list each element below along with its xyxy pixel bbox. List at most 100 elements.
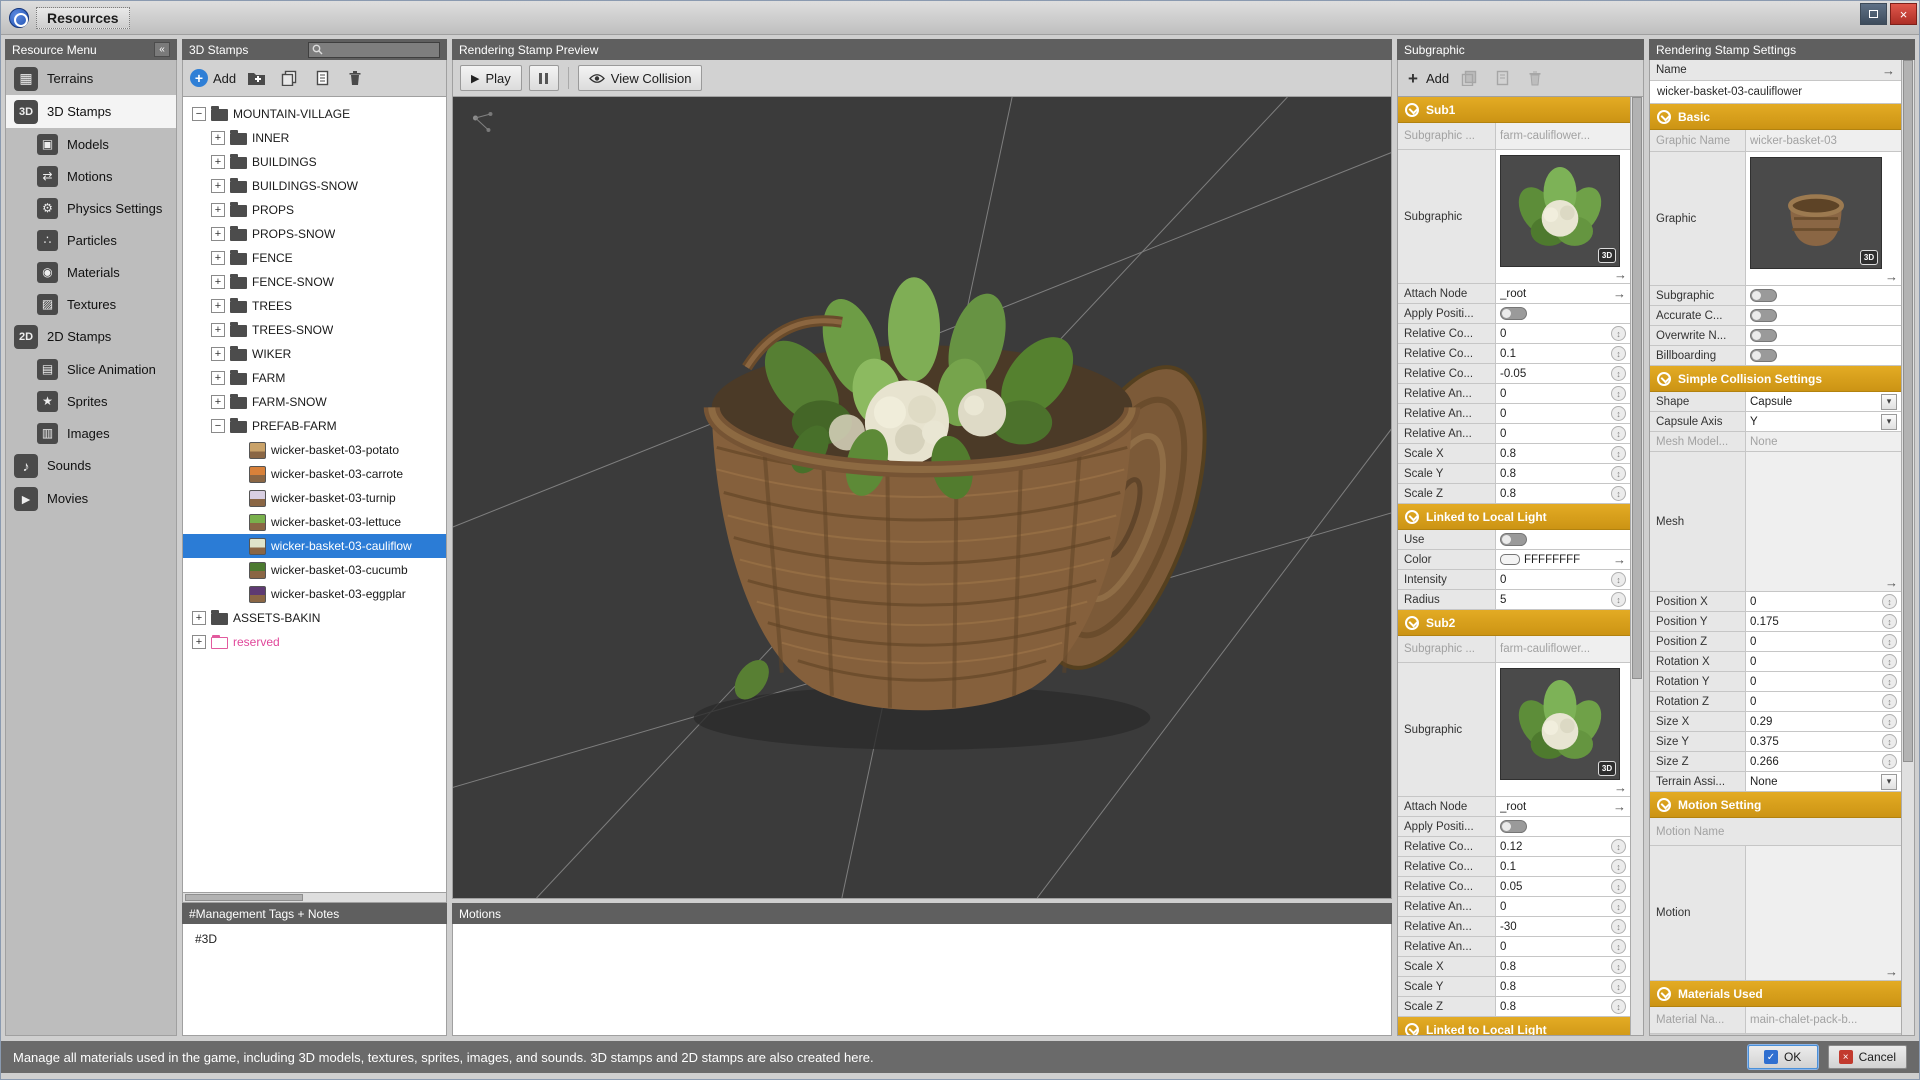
toggle-switch[interactable]: [1750, 349, 1777, 362]
detail-arrow-icon[interactable]: →: [1614, 268, 1627, 281]
search-input[interactable]: [326, 44, 436, 56]
subgraphic-scrollbar[interactable]: [1630, 97, 1643, 1035]
spinner-icon[interactable]: ↕: [1882, 754, 1897, 769]
spinner-icon[interactable]: ↕: [1611, 446, 1626, 461]
spinner-icon[interactable]: ↕: [1611, 899, 1626, 914]
spinner-icon[interactable]: ↕: [1882, 634, 1897, 649]
menu-item-sprites[interactable]: ★Sprites: [6, 385, 176, 417]
duplicate-subgraphic-button[interactable]: [1456, 65, 1482, 91]
tree-item-wicker-basket-03-turnip[interactable]: wicker-basket-03-turnip: [183, 486, 446, 510]
toggle-switch[interactable]: [1500, 820, 1527, 833]
spinner-icon[interactable]: ↕: [1882, 654, 1897, 669]
tree-item-farm[interactable]: +FARM: [183, 366, 446, 390]
ok-button[interactable]: ✓ OK: [1748, 1045, 1818, 1069]
spinner-icon[interactable]: ↕: [1882, 594, 1897, 609]
tree-expander[interactable]: +: [211, 323, 225, 337]
tree-item-wiker[interactable]: +WIKER: [183, 342, 446, 366]
add-stamp-button[interactable]: + Add: [190, 65, 236, 91]
detail-arrow-icon[interactable]: →: [1885, 270, 1898, 283]
menu-item-sounds[interactable]: ♪Sounds: [6, 449, 176, 482]
tree-item-buildings[interactable]: +BUILDINGS: [183, 150, 446, 174]
tree-item-props-snow[interactable]: +PROPS-SNOW: [183, 222, 446, 246]
toggle-switch[interactable]: [1500, 533, 1527, 546]
detail-arrow-icon[interactable]: →: [1614, 781, 1627, 794]
tree-item-inner[interactable]: +INNER: [183, 126, 446, 150]
tree-expander[interactable]: +: [211, 395, 225, 409]
detail-arrow-icon[interactable]: →: [1885, 576, 1898, 589]
spinner-icon[interactable]: ↕: [1611, 879, 1626, 894]
spinner-icon[interactable]: ↕: [1611, 366, 1626, 381]
tree-expander[interactable]: +: [211, 299, 225, 313]
menu-item-physics-settings[interactable]: ⚙Physics Settings: [6, 192, 176, 224]
detail-arrow-icon[interactable]: →: [1613, 800, 1626, 813]
tree-item-reserved[interactable]: +reserved: [183, 630, 446, 654]
motions-list[interactable]: [452, 924, 1392, 1036]
spinner-icon[interactable]: ↕: [1882, 734, 1897, 749]
spinner-icon[interactable]: ↕: [1611, 386, 1626, 401]
tree-item-prefab-farm[interactable]: −PREFAB-FARM: [183, 414, 446, 438]
tree-item-wicker-basket-03-cauliflow[interactable]: wicker-basket-03-cauliflow: [183, 534, 446, 558]
delete-button[interactable]: [342, 65, 368, 91]
spinner-icon[interactable]: ↕: [1611, 919, 1626, 934]
tree-expander[interactable]: +: [211, 131, 225, 145]
paste-button[interactable]: [309, 65, 335, 91]
section-header-sub1[interactable]: Sub1: [1398, 97, 1630, 123]
play-button[interactable]: ▶ Play: [460, 65, 522, 91]
spinner-icon[interactable]: ↕: [1611, 959, 1626, 974]
spinner-icon[interactable]: ↕: [1611, 406, 1626, 421]
tree-item-fence[interactable]: +FENCE: [183, 246, 446, 270]
detail-arrow-icon[interactable]: →: [1882, 64, 1895, 77]
toggle-switch[interactable]: [1750, 309, 1777, 322]
tree-horizontal-scrollbar[interactable]: [182, 893, 447, 903]
tree-expander[interactable]: +: [211, 347, 225, 361]
tree-item-wicker-basket-03-eggplar[interactable]: wicker-basket-03-eggplar: [183, 582, 446, 606]
tree-expander[interactable]: +: [211, 275, 225, 289]
tree-item-wicker-basket-03-cucumb[interactable]: wicker-basket-03-cucumb: [183, 558, 446, 582]
spinner-icon[interactable]: ↕: [1611, 592, 1626, 607]
tree-item-fence-snow[interactable]: +FENCE-SNOW: [183, 270, 446, 294]
detail-arrow-icon[interactable]: →: [1613, 553, 1626, 566]
cancel-button[interactable]: × Cancel: [1828, 1045, 1907, 1069]
scrollbar-thumb[interactable]: [185, 894, 303, 901]
tree-expander[interactable]: +: [211, 251, 225, 265]
tree-item-mountain-village[interactable]: −MOUNTAIN-VILLAGE: [183, 102, 446, 126]
menu-item-images[interactable]: ▥Images: [6, 417, 176, 449]
section-header-sub2[interactable]: Sub2: [1398, 610, 1630, 636]
spinner-icon[interactable]: ↕: [1611, 326, 1626, 341]
toggle-switch[interactable]: [1750, 289, 1777, 302]
restore-button[interactable]: [1860, 3, 1887, 25]
settings-scrollbar[interactable]: [1901, 60, 1914, 1035]
menu-item-materials[interactable]: ◉Materials: [6, 256, 176, 288]
tree-expander[interactable]: +: [211, 155, 225, 169]
menu-item-2d-stamps[interactable]: 2D2D Stamps: [6, 320, 176, 353]
spinner-icon[interactable]: ↕: [1611, 346, 1626, 361]
spinner-icon[interactable]: ↕: [1611, 426, 1626, 441]
tags-notes-area[interactable]: #3D: [182, 924, 447, 1036]
tree-expander[interactable]: +: [211, 227, 225, 241]
spinner-icon[interactable]: ↕: [1882, 614, 1897, 629]
tree-expander[interactable]: −: [192, 107, 206, 121]
tree-expander[interactable]: +: [211, 203, 225, 217]
section-header-basic[interactable]: Basic: [1650, 104, 1901, 130]
toggle-switch[interactable]: [1500, 307, 1527, 320]
toggle-switch[interactable]: [1750, 329, 1777, 342]
detail-arrow-icon[interactable]: →: [1885, 965, 1898, 978]
preview-thumbnail[interactable]: 3D: [1500, 155, 1620, 267]
spinner-icon[interactable]: ↕: [1611, 939, 1626, 954]
section-header-simple-collision-settings[interactable]: Simple Collision Settings: [1650, 366, 1901, 392]
dropdown-icon[interactable]: ▾: [1881, 774, 1897, 790]
add-subgraphic-button[interactable]: + Add: [1405, 65, 1449, 91]
menu-item-movies[interactable]: ►Movies: [6, 482, 176, 515]
pause-button[interactable]: [529, 65, 559, 91]
tree-item-assets-bakin[interactable]: +ASSETS-BAKIN: [183, 606, 446, 630]
property-name-value[interactable]: wicker-basket-03-cauliflower: [1650, 81, 1901, 104]
duplicate-button[interactable]: [276, 65, 302, 91]
view-collision-button[interactable]: View Collision: [578, 65, 703, 91]
spinner-icon[interactable]: ↕: [1611, 839, 1626, 854]
section-header-motion-setting[interactable]: Motion Setting: [1650, 792, 1901, 818]
collapse-panel-button[interactable]: «: [154, 42, 170, 57]
menu-item-textures[interactable]: ▨Textures: [6, 288, 176, 320]
tree-item-trees[interactable]: +TREES: [183, 294, 446, 318]
tree-expander[interactable]: −: [211, 419, 225, 433]
spinner-icon[interactable]: ↕: [1611, 572, 1626, 587]
